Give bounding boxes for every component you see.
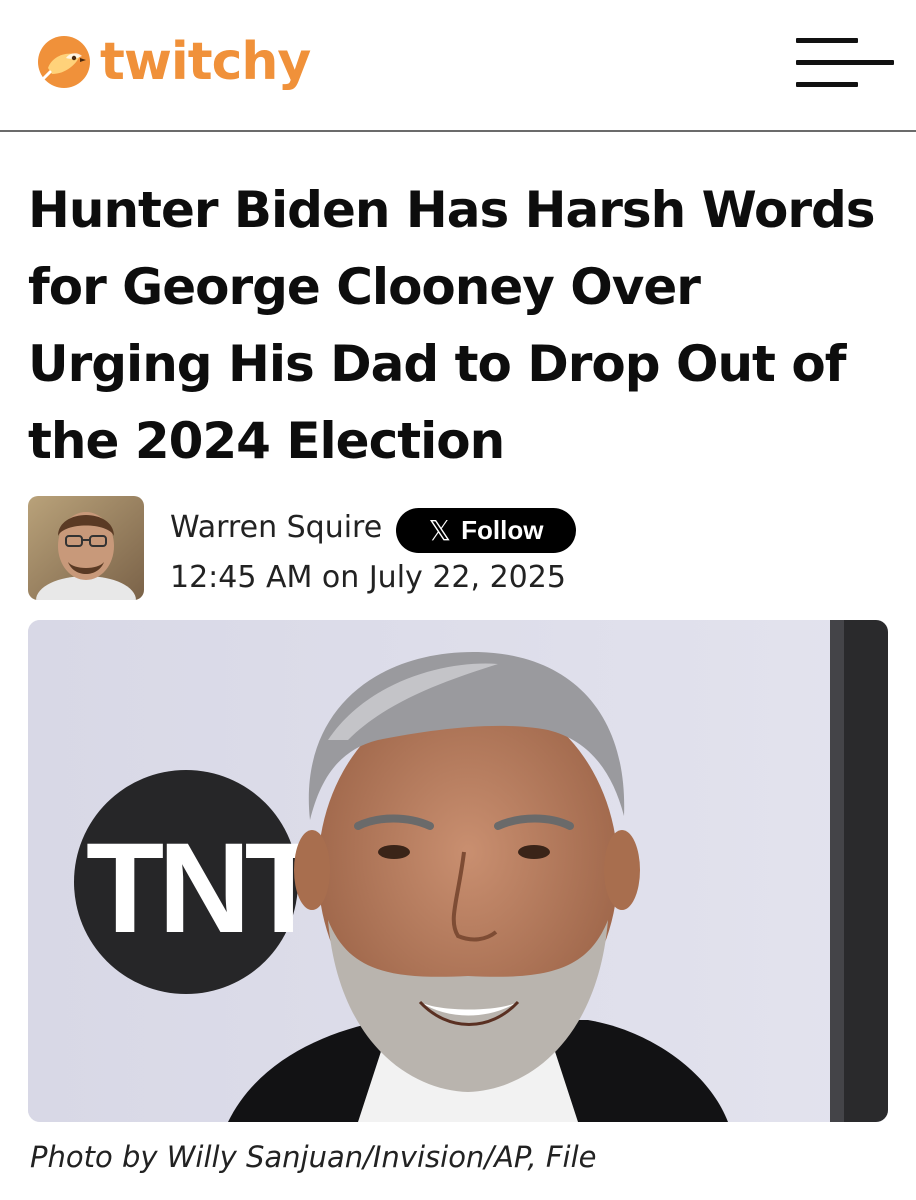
article-photo: TNT [28, 620, 888, 1122]
x-logo-icon: 𝕏 [428, 514, 452, 547]
site-logo[interactable]: twitchy [36, 30, 311, 94]
article-timestamp: 12:45 AM on July 22, 2025 [170, 560, 566, 595]
bird-logo-icon [38, 36, 90, 88]
author-name[interactable]: Warren Squire [170, 510, 382, 545]
author-avatar[interactable] [28, 496, 144, 600]
site-header: twitchy [0, 0, 916, 132]
logo-wordmark: twitchy [100, 32, 311, 92]
hamburger-icon [796, 82, 858, 87]
follow-label: Follow [461, 515, 544, 545]
hamburger-menu-button[interactable] [796, 38, 896, 90]
article-headline: Hunter Biden Has Harsh Words for George … [28, 181, 876, 470]
hamburger-icon [796, 60, 894, 65]
hamburger-icon [796, 38, 858, 43]
photo-caption: Photo by Willy Sanjuan/Invision/AP, File [30, 1140, 597, 1174]
follow-button[interactable]: 𝕏 Follow [396, 508, 576, 553]
tnt-logo-text: TNT [86, 817, 322, 960]
